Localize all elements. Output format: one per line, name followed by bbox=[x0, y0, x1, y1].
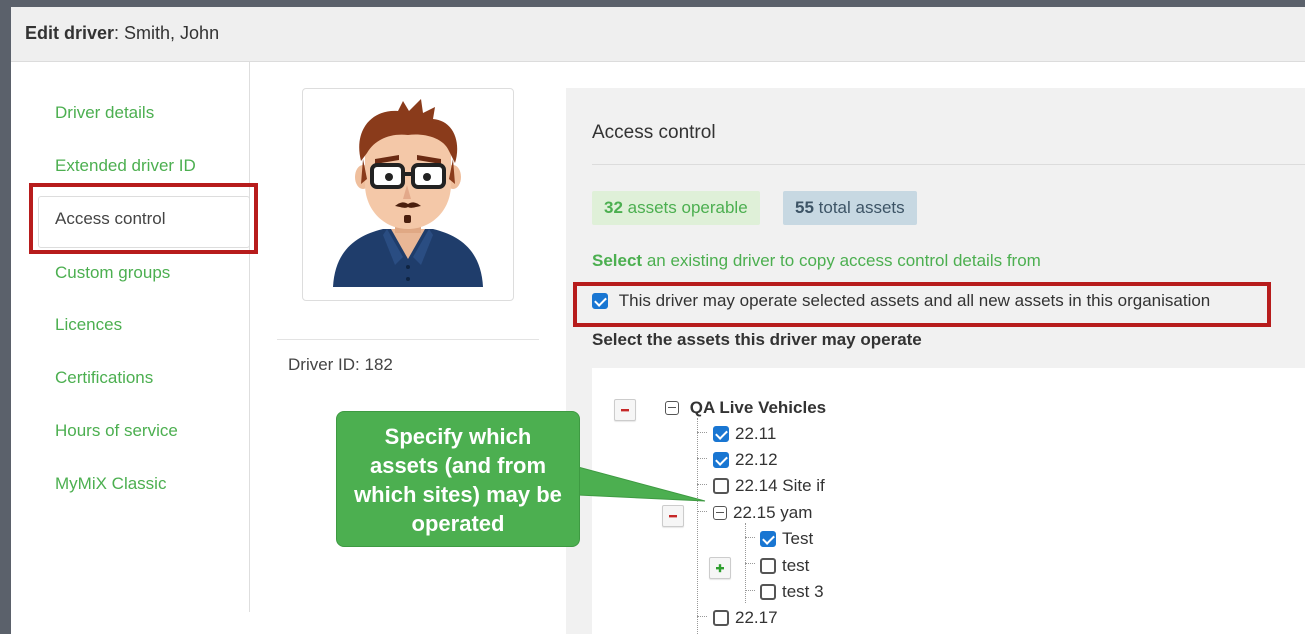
edit-driver-modal: Edit driver: Smith, John Driver details … bbox=[11, 7, 1305, 634]
sidebar-item-hours-of-service[interactable]: Hours of service bbox=[55, 421, 178, 441]
tree-root-label: QA Live Vehicles bbox=[689, 397, 827, 417]
tree-connector bbox=[697, 511, 707, 512]
driver-avatar-icon bbox=[333, 99, 483, 287]
all-new-assets-checkbox[interactable] bbox=[592, 292, 608, 309]
assets-heading: Select the assets this driver may operat… bbox=[592, 330, 922, 349]
sidebar-item-certifications[interactable]: Certifications bbox=[55, 368, 153, 388]
tree-item-test-lower[interactable]: test bbox=[760, 555, 809, 576]
tree-checkbox[interactable] bbox=[760, 530, 776, 547]
driver-id-text: Driver ID: 182 bbox=[288, 355, 393, 374]
tree-connector bbox=[745, 590, 755, 591]
tree-connector bbox=[745, 537, 755, 538]
all-new-assets-option[interactable]: This driver may operate selected assets … bbox=[592, 290, 1210, 311]
tree-node-root[interactable]: QA Live Vehicles bbox=[665, 397, 826, 418]
access-control-panel: Access control 32 assets operable 55 tot… bbox=[566, 88, 1305, 634]
panel-title: Access control bbox=[592, 122, 716, 143]
panel-divider bbox=[592, 164, 1305, 165]
tree-checkbox[interactable] bbox=[713, 425, 729, 442]
operable-assets-badge: 32 assets operable bbox=[592, 191, 760, 225]
total-assets-badge: 55 total assets bbox=[783, 191, 917, 225]
collapse-22-15-button[interactable] bbox=[662, 505, 684, 527]
tree-item-22-12[interactable]: 22.12 bbox=[713, 449, 778, 470]
avatar-divider bbox=[277, 339, 539, 340]
collapse-root-icon[interactable] bbox=[665, 400, 679, 415]
collapse-22-15-icon[interactable] bbox=[713, 505, 727, 520]
sidebar-item-licences[interactable]: Licences bbox=[55, 315, 122, 335]
sidebar-item-access-control[interactable]: Access control bbox=[55, 209, 166, 229]
tree-item-test-3[interactable]: test 3 bbox=[760, 581, 824, 602]
tree-checkbox[interactable] bbox=[760, 583, 776, 600]
copy-from-driver-link[interactable]: Select an existing driver to copy access… bbox=[592, 251, 1041, 271]
tree-checkbox[interactable] bbox=[713, 451, 729, 468]
tree-checkbox[interactable] bbox=[713, 477, 729, 494]
sidebar-item-driver-details[interactable]: Driver details bbox=[55, 103, 154, 123]
tree-item-22-17[interactable]: 22.17 bbox=[713, 607, 778, 628]
callout-pointer-icon bbox=[578, 466, 706, 502]
callout-line: operated bbox=[411, 511, 505, 536]
collapse-root-button[interactable] bbox=[614, 399, 636, 421]
callout-line: which sites) may be bbox=[354, 482, 562, 507]
modal-header: Edit driver: Smith, John bbox=[11, 7, 1305, 62]
sidebar-item-custom-groups[interactable]: Custom groups bbox=[55, 263, 170, 283]
sidebar-item-mymix-classic[interactable]: MyMiX Classic bbox=[55, 474, 166, 494]
callout-line: Specify which bbox=[384, 424, 532, 449]
modal-title: Edit driver: Smith, John bbox=[25, 23, 220, 43]
tree-checkbox[interactable] bbox=[713, 609, 729, 626]
tree-node-22-15[interactable]: 22.15 yam bbox=[713, 502, 812, 523]
callout-annotation: Specify which assets (and from which sit… bbox=[336, 411, 580, 547]
all-new-assets-label: This driver may operate selected assets … bbox=[618, 290, 1211, 310]
tree-connector bbox=[697, 432, 707, 433]
sidebar-item-extended-driver-id[interactable]: Extended driver ID bbox=[55, 156, 196, 176]
tree-checkbox[interactable] bbox=[760, 557, 776, 574]
tree-item-22-14[interactable]: 22.14 Site if bbox=[713, 475, 825, 496]
callout-line: assets (and from bbox=[369, 453, 547, 478]
driver-avatar bbox=[302, 88, 514, 301]
tree-item-22-11[interactable]: 22.11 bbox=[713, 423, 776, 444]
tree-item-test[interactable]: Test bbox=[760, 528, 813, 549]
sidebar-nav: Driver details Extended driver ID Access… bbox=[11, 62, 250, 612]
tree-connector bbox=[745, 563, 755, 564]
tree-connector bbox=[697, 616, 707, 617]
expand-button[interactable] bbox=[709, 557, 731, 579]
